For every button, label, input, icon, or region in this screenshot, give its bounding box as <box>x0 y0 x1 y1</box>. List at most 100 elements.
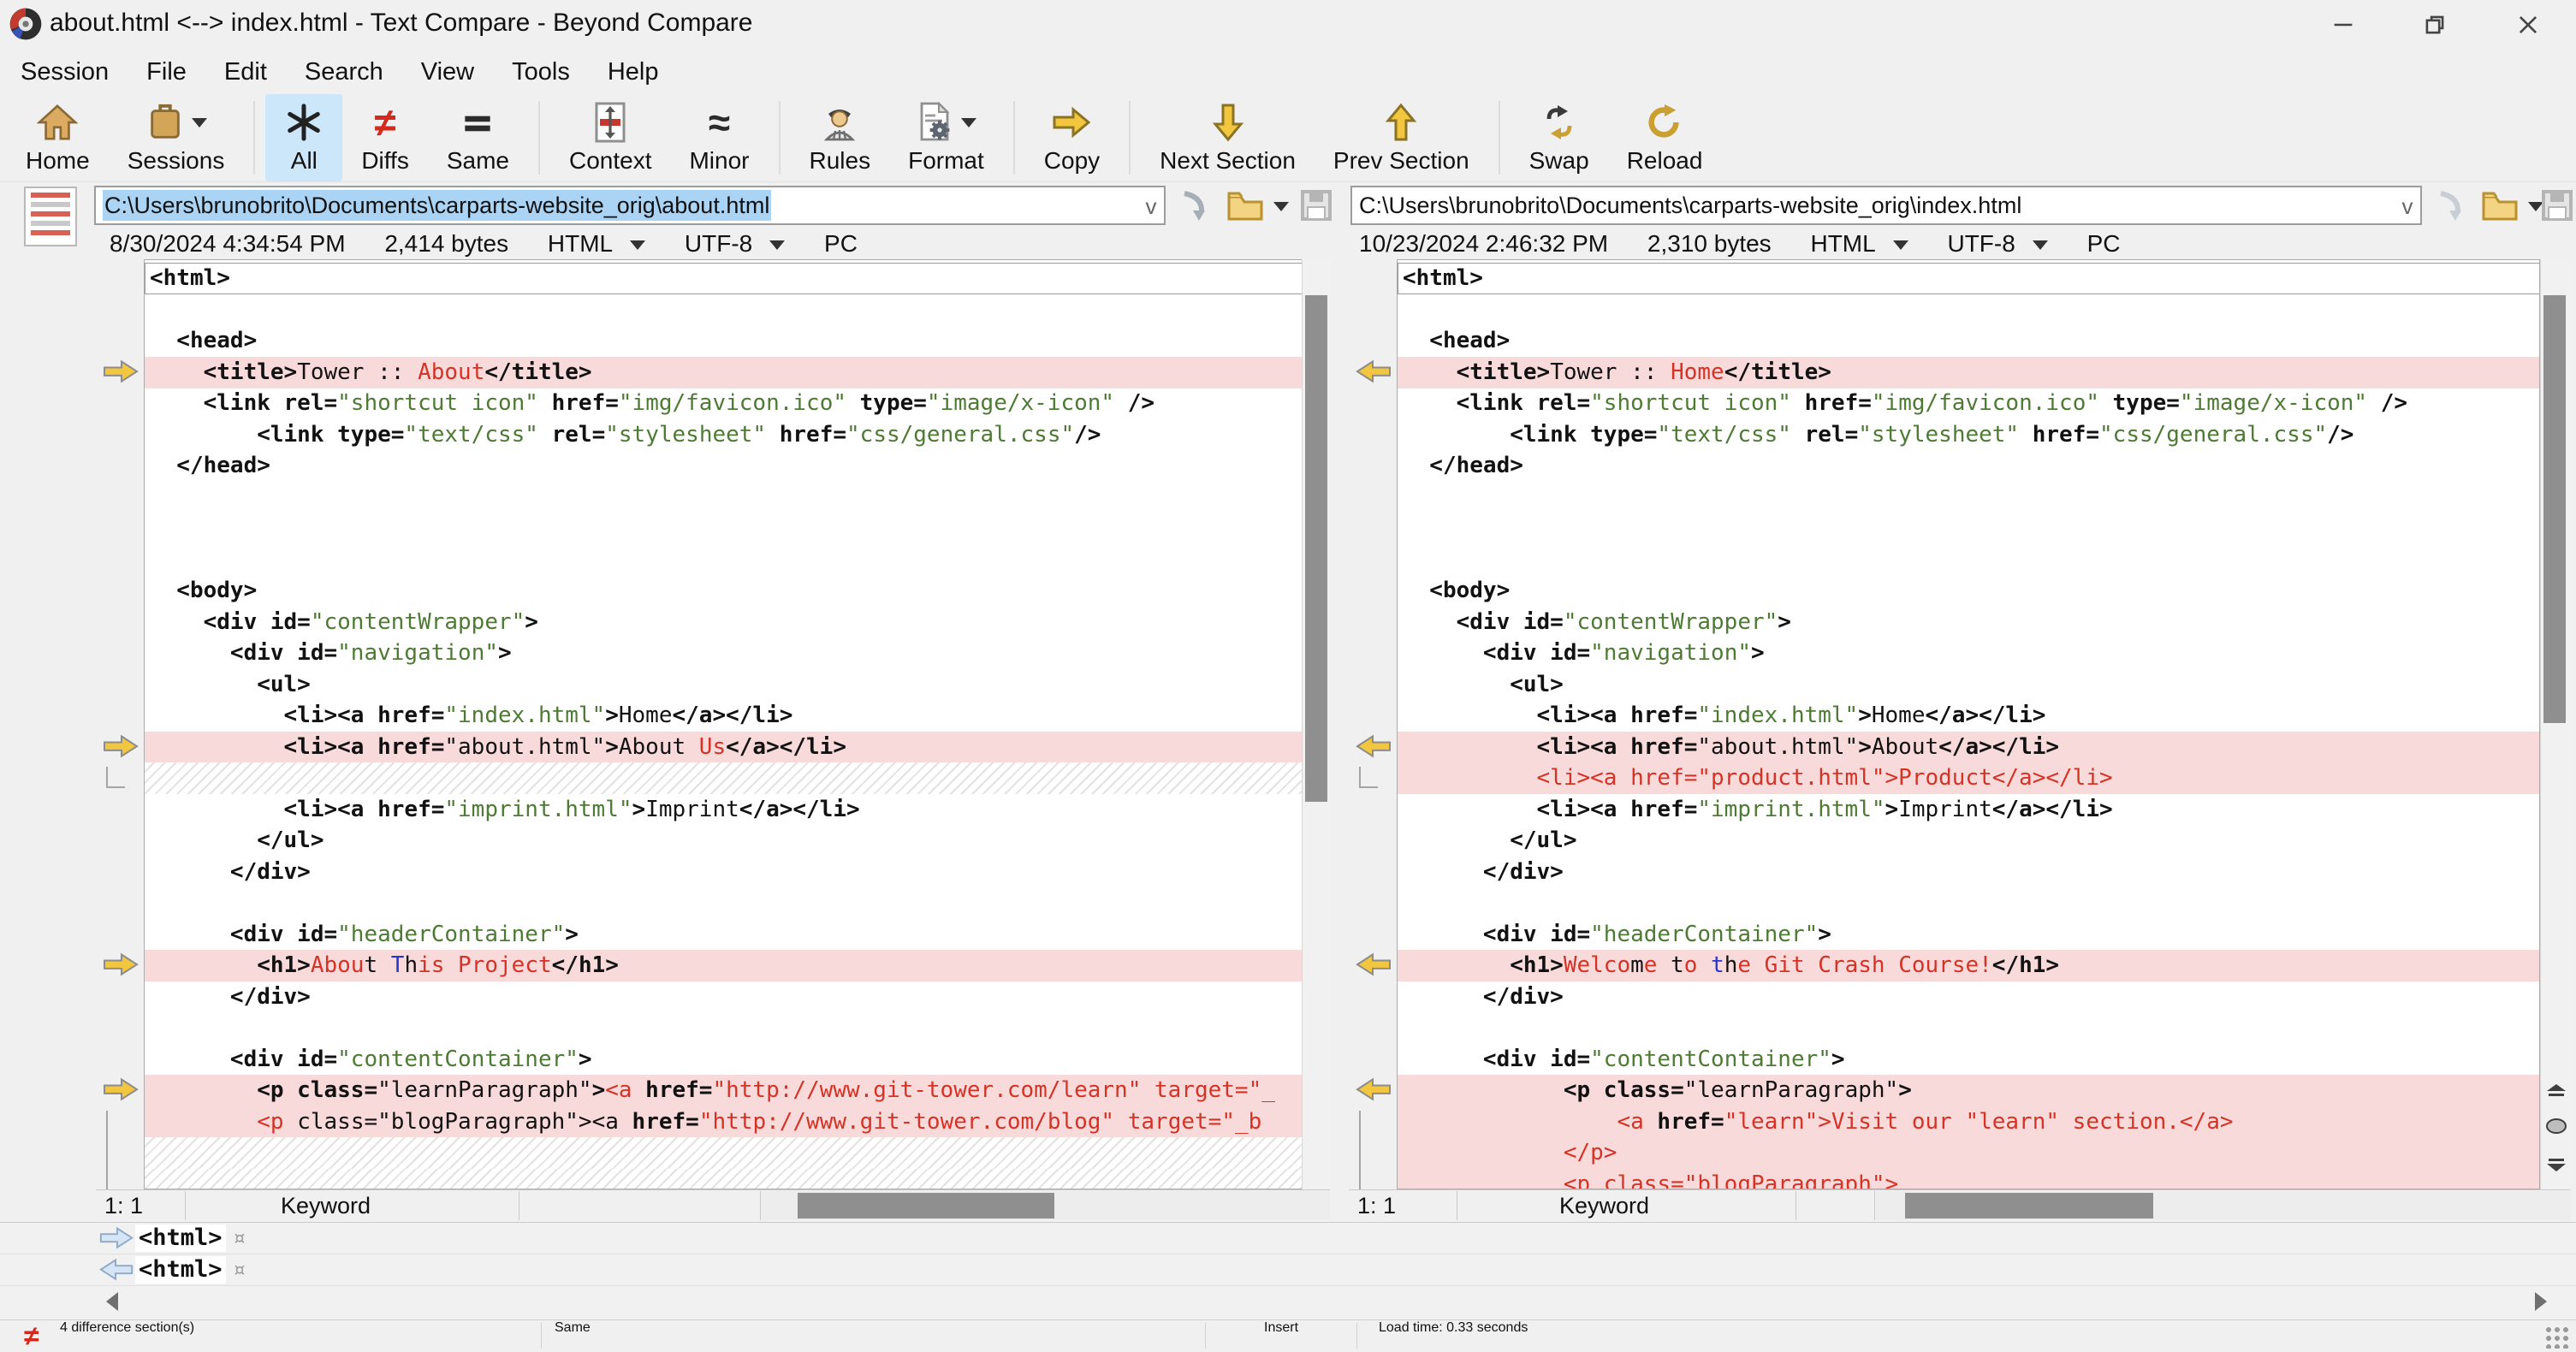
code-line[interactable]: <li><a href="imprint.html">Imprint</a></… <box>145 794 1302 826</box>
toolbar-all-button[interactable]: All <box>265 94 343 181</box>
code-line[interactable] <box>1398 1012 2539 1044</box>
right-lineending-select[interactable]: PC <box>2087 230 2121 257</box>
code-line[interactable]: <li><a href="index.html">Home</a></li> <box>1398 700 2539 732</box>
code-line[interactable]: <a href="learn">Visit our "learn" sectio… <box>1398 1106 2539 1138</box>
left-goto-arrow-icon[interactable] <box>1178 187 1215 224</box>
code-line[interactable]: <link type="text/css" rel="stylesheet" h… <box>145 419 1302 451</box>
code-line[interactable]: </p> <box>1398 1137 2539 1169</box>
code-line[interactable]: <html> <box>145 263 1302 294</box>
left-path-input[interactable]: C:\Users\brunobrito\Documents\carparts-w… <box>94 186 1166 225</box>
code-line[interactable] <box>1398 482 2539 513</box>
code-line[interactable]: <li><a href="index.html">Home</a></li> <box>145 700 1302 732</box>
code-line[interactable]: <body> <box>145 575 1302 607</box>
code-line[interactable]: <li><a href="about.html">About</a></li> <box>1398 731 2539 763</box>
code-line[interactable]: <head> <box>145 325 1302 357</box>
right-goto-arrow-icon[interactable] <box>2434 187 2472 224</box>
right-vscroll-thumb[interactable] <box>2543 295 2566 723</box>
restore-button[interactable] <box>2395 0 2475 50</box>
menu-file[interactable]: File <box>128 50 205 93</box>
code-line[interactable]: </div> <box>1398 981 2539 1013</box>
code-line[interactable]: <link rel="shortcut icon" href="img/favi… <box>145 388 1302 419</box>
left-path-history-dropdown-icon[interactable]: v <box>1137 192 1166 221</box>
code-line[interactable]: <h1>About This Project</h1> <box>145 950 1302 981</box>
code-line[interactable]: <head> <box>1398 325 2539 357</box>
left-save-file-icon[interactable] <box>1297 187 1335 224</box>
toolbar-next-section-button[interactable]: Next Section <box>1141 94 1315 181</box>
code-line[interactable]: <div id="contentContainer"> <box>1398 1044 2539 1076</box>
copy-to-left-arrow-icon[interactable] <box>1354 359 1393 384</box>
detail-scroll-right-icon[interactable] <box>2535 1292 2547 1311</box>
code-line[interactable] <box>1398 513 2539 544</box>
toolbar-format-button[interactable]: Format <box>889 94 1003 181</box>
left-lineending-select[interactable]: PC <box>824 230 858 257</box>
toolbar-rules-button[interactable]: Rules <box>791 94 890 181</box>
prev-difference-icon[interactable] <box>2542 1082 2571 1104</box>
copy-to-left-arrow-icon[interactable] <box>1354 952 1393 977</box>
code-line[interactable] <box>145 1168 1302 1189</box>
toolbar-sessions-button[interactable]: Sessions <box>109 94 244 181</box>
code-line[interactable]: <li><a href="imprint.html">Imprint</a></… <box>1398 794 2539 826</box>
code-line[interactable]: </head> <box>1398 450 2539 482</box>
code-line[interactable]: <ul> <box>1398 669 2539 701</box>
right-hscroll-thumb[interactable] <box>1905 1193 2153 1219</box>
close-button[interactable] <box>2488 0 2568 50</box>
code-line[interactable]: <div id="contentContainer"> <box>145 1044 1302 1076</box>
code-line[interactable]: <div id="contentWrapper"> <box>1398 607 2539 638</box>
left-encoding-caret-icon[interactable] <box>769 240 786 250</box>
toolbar-minor-button[interactable]: ≈ Minor <box>670 94 768 181</box>
code-line[interactable]: <div id="navigation"> <box>1398 637 2539 669</box>
right-save-file-icon[interactable] <box>2538 187 2576 224</box>
code-line[interactable]: <p class="learnParagraph"> <box>1398 1075 2539 1106</box>
dropdown-caret-icon[interactable] <box>961 117 977 127</box>
detail-scroll-left-icon[interactable] <box>106 1292 118 1311</box>
right-encoding-caret-icon[interactable] <box>2032 240 2048 250</box>
code-line[interactable]: <h1>Welcome to the Git Crash Course!</h1… <box>1398 950 2539 981</box>
right-vertical-scrollbar[interactable] <box>2540 259 2571 1189</box>
left-format-caret-icon[interactable] <box>630 240 646 250</box>
code-line[interactable] <box>145 294 1302 326</box>
left-vscroll-thumb[interactable] <box>1305 295 1327 802</box>
dropdown-caret-icon[interactable] <box>191 117 207 127</box>
code-line[interactable]: <title>Tower :: About</title> <box>145 356 1302 388</box>
right-code-pane[interactable]: <html> <head> <title>Tower :: Home</titl… <box>1397 259 2540 1189</box>
code-line[interactable]: <li><a href="about.html">About Us</a></l… <box>145 731 1302 763</box>
toolbar-copy-button[interactable]: Copy <box>1025 94 1119 181</box>
code-line[interactable] <box>1398 294 2539 326</box>
right-path-history-dropdown-icon[interactable]: v <box>2393 192 2422 221</box>
left-hscroll-thumb[interactable] <box>798 1193 1054 1219</box>
toolbar-context-button[interactable]: Context <box>550 94 671 181</box>
copy-to-left-arrow-icon[interactable] <box>1354 734 1393 759</box>
code-line[interactable] <box>145 762 1302 794</box>
menu-search[interactable]: Search <box>286 50 402 93</box>
code-line[interactable]: </ul> <box>1398 825 2539 857</box>
right-browse-folder-icon[interactable] <box>2480 187 2520 224</box>
left-format-select[interactable]: HTML <box>548 230 613 257</box>
right-horizontal-scrollbar[interactable] <box>1876 1191 2571 1220</box>
code-line[interactable]: </head> <box>145 450 1302 482</box>
toolbar-same-button[interactable]: Same <box>428 94 528 181</box>
code-line[interactable]: <li><a href="product.html">Product</a></… <box>1398 762 2539 794</box>
current-position-icon[interactable] <box>2542 1117 2571 1140</box>
code-line[interactable] <box>145 513 1302 544</box>
code-line[interactable] <box>145 1137 1302 1169</box>
menu-edit[interactable]: Edit <box>205 50 286 93</box>
menu-tools[interactable]: Tools <box>493 50 589 93</box>
toolbar-prev-section-button[interactable]: Prev Section <box>1315 94 1488 181</box>
toolbar-home-button[interactable]: Home <box>7 94 109 181</box>
code-line[interactable]: <link rel="shortcut icon" href="img/favi… <box>1398 388 2539 419</box>
right-format-caret-icon[interactable] <box>1892 240 1908 250</box>
copy-to-left-arrow-icon[interactable] <box>1354 1077 1393 1102</box>
toolbar-reload-button[interactable]: Reload <box>1608 94 1722 181</box>
minimize-button[interactable] <box>2303 0 2383 50</box>
code-line[interactable]: <ul> <box>145 669 1302 701</box>
right-path-input[interactable]: C:\Users\brunobrito\Documents\carparts-w… <box>1350 186 2422 225</box>
copy-to-right-arrow-icon[interactable] <box>101 952 140 977</box>
code-line[interactable]: </div> <box>1398 857 2539 888</box>
code-line[interactable]: </div> <box>145 857 1302 888</box>
code-line[interactable]: <title>Tower :: Home</title> <box>1398 356 2539 388</box>
code-line[interactable]: </ul> <box>145 825 1302 857</box>
code-line[interactable]: <body> <box>1398 575 2539 607</box>
detail-row[interactable]: <html> ¤ <box>0 1254 2576 1286</box>
code-line[interactable]: <div id="contentWrapper"> <box>145 607 1302 638</box>
next-difference-icon[interactable] <box>2542 1156 2571 1177</box>
